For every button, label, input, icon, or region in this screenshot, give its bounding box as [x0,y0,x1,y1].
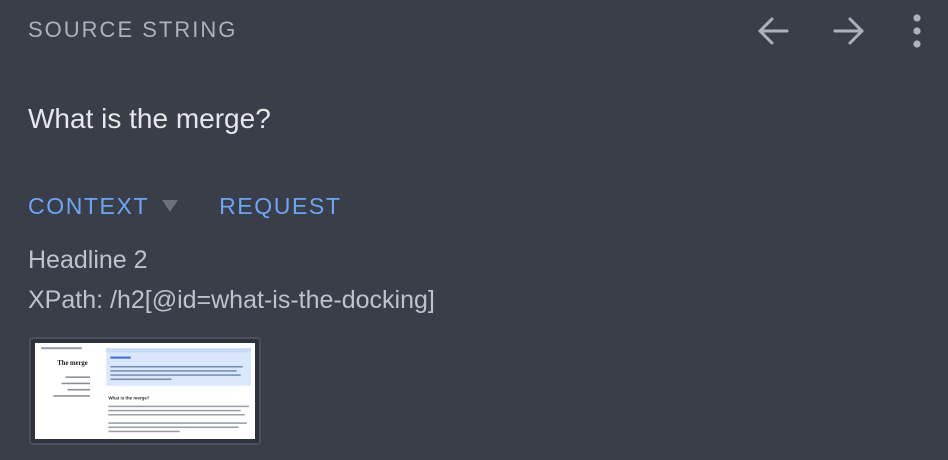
context-screenshot-thumbnail[interactable]: The merge What is the merge? [29,337,261,445]
caret-down-icon [161,199,179,213]
tab-context[interactable]: CONTEXT [28,191,219,221]
more-options-button[interactable] [906,10,928,52]
screenshot-heading: The merge [57,360,87,367]
more-vert-icon [913,14,921,48]
context-element-type: Headline 2 [28,246,148,274]
screenshot-image: The merge What is the merge? [35,343,255,439]
screenshot-section-heading: What is the merge? [108,395,149,400]
header-actions [752,10,928,52]
tab-context-label: CONTEXT [28,193,150,219]
info-tabs: CONTEXT REQUEST [28,191,341,221]
source-string-text: What is the merge? [28,103,271,134]
back-button[interactable] [752,10,794,52]
arrow-left-icon [758,17,789,45]
tab-request[interactable]: REQUEST [219,191,341,221]
source-string-panel: SOURCE STRING What is the merge? CONTEXT [0,0,948,460]
arrow-right-icon [833,17,864,45]
forward-button[interactable] [828,10,870,52]
section-title: SOURCE STRING [28,17,238,42]
context-xpath: XPath: /h2[@id=what-is-the-docking] [28,286,435,314]
